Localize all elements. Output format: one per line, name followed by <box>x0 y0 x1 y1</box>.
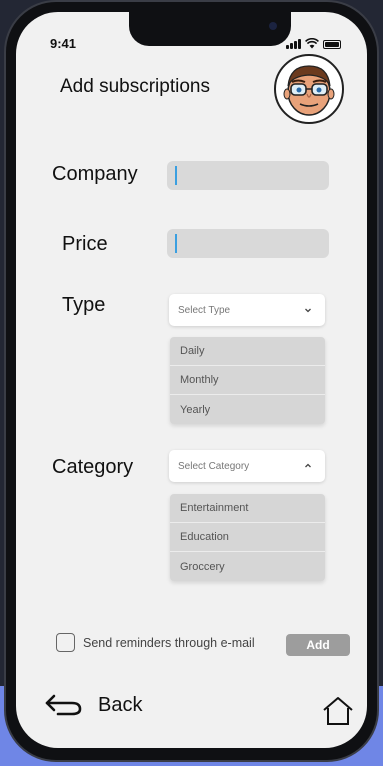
wifi-icon <box>305 38 319 49</box>
category-options-list: Entertainment Education Groccery <box>170 494 325 581</box>
chevron-up-icon <box>305 463 311 468</box>
type-option-daily[interactable]: Daily <box>170 337 325 366</box>
home-icon[interactable] <box>322 696 354 726</box>
category-select-placeholder: Select Category <box>178 460 250 472</box>
type-select-placeholder: Select Type <box>178 304 231 316</box>
type-options-list: Daily Monthly Yearly <box>170 337 325 424</box>
notch <box>129 12 291 46</box>
text-caret <box>175 234 177 253</box>
back-label: Back <box>98 693 143 716</box>
app-screen: 9:41 Add subscriptions Company Price Typ… <box>16 12 367 748</box>
avatar[interactable] <box>274 54 344 124</box>
reminder-checkbox[interactable] <box>56 633 75 652</box>
company-label: Company <box>52 163 138 185</box>
category-option-entertainment[interactable]: Entertainment <box>170 494 325 523</box>
price-input[interactable] <box>167 229 329 258</box>
back-button[interactable]: Back <box>44 692 142 718</box>
category-label: Category <box>52 456 134 478</box>
page-title: Add subscriptions <box>60 76 210 97</box>
category-option-education[interactable]: Education <box>170 523 325 552</box>
phone-frame: 9:41 Add subscriptions Company Price Typ… <box>4 0 379 762</box>
status-time: 9:41 <box>50 36 77 51</box>
category-select[interactable]: Select Category <box>169 450 325 482</box>
type-option-yearly[interactable]: Yearly <box>170 395 325 424</box>
status-icons <box>286 38 341 49</box>
type-select[interactable]: Select Type <box>169 294 325 326</box>
company-input[interactable] <box>167 161 329 190</box>
price-label: Price <box>62 233 108 255</box>
type-label: Type <box>62 294 106 316</box>
battery-icon <box>323 40 341 49</box>
camera-icon <box>269 22 277 30</box>
back-arrow-icon <box>45 694 82 716</box>
cartoon-face-avatar-icon <box>283 65 335 116</box>
signal-icon <box>286 39 301 49</box>
chevron-down-icon <box>305 308 311 313</box>
text-caret <box>175 166 177 185</box>
reminder-label: Send reminders through e-mail <box>83 636 255 650</box>
add-button[interactable]: Add <box>286 634 350 656</box>
category-option-groccery[interactable]: Groccery <box>170 552 325 581</box>
type-option-monthly[interactable]: Monthly <box>170 366 325 395</box>
